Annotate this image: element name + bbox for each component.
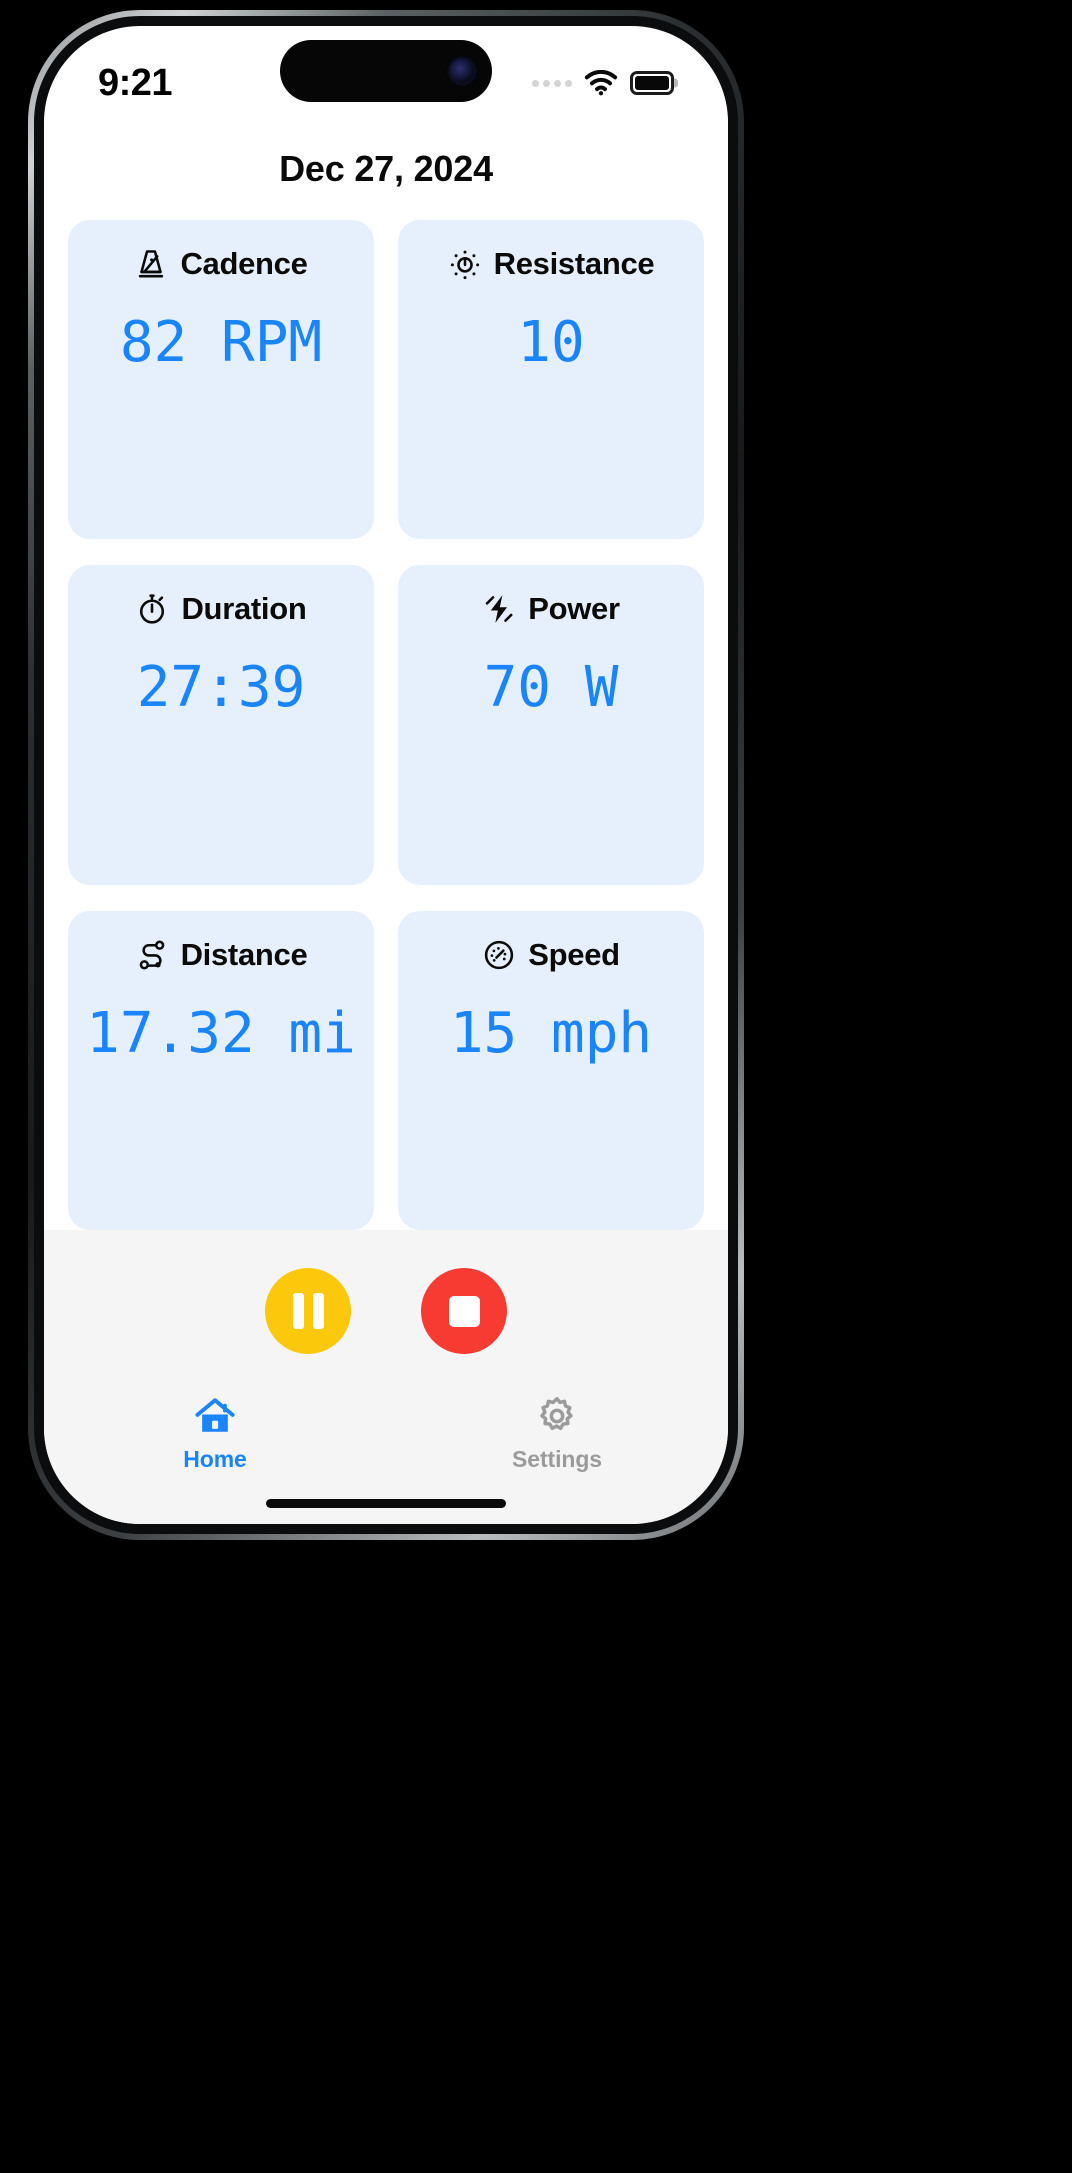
tab-settings[interactable]: Settings	[386, 1394, 728, 1473]
metric-card-power[interactable]: Power 70 W	[398, 565, 704, 885]
metric-value: 27:39	[136, 655, 306, 721]
home-icon	[193, 1394, 237, 1438]
screenshot-root: 9:21 Dec 27, 2024 Cadence 82 RPM Resista…	[0, 0, 1072, 2173]
metric-card-speed[interactable]: Speed 15 mph	[398, 910, 704, 1230]
home-indicator[interactable]	[44, 1493, 728, 1524]
metric-card-distance[interactable]: Distance 17.32 mi	[68, 910, 374, 1230]
metric-card-duration[interactable]: Duration 27:39	[68, 565, 374, 885]
tab-home[interactable]: Home	[44, 1394, 386, 1473]
metric-label: Resistance	[493, 246, 655, 281]
tab-bar: Home Settings	[44, 1380, 728, 1493]
phone-frame: 9:21 Dec 27, 2024 Cadence 82 RPM Resista…	[28, 10, 744, 1540]
route-path-icon	[135, 938, 169, 972]
stop-icon	[448, 1295, 480, 1327]
status-bar: 9:21	[44, 26, 728, 122]
metric-value: 15 mph	[449, 1000, 653, 1066]
metric-label: Power	[528, 591, 620, 627]
phone-bezel: 9:21 Dec 27, 2024 Cadence 82 RPM Resista…	[34, 16, 738, 1534]
pause-button[interactable]	[265, 1268, 351, 1354]
stop-button[interactable]	[421, 1268, 507, 1354]
brightness-dial-icon	[448, 247, 482, 281]
metric-value: 10	[517, 310, 585, 375]
metric-card-cadence[interactable]: Cadence 82 RPM	[68, 220, 374, 540]
metric-label: Speed	[528, 936, 620, 972]
metric-card-header: Cadence	[86, 246, 356, 282]
stopwatch-icon	[135, 592, 169, 626]
metric-value: 17.32 mi	[86, 1000, 356, 1066]
metric-value: 82 RPM	[119, 310, 323, 375]
cellular-dots-icon	[532, 79, 572, 87]
speedometer-icon	[482, 938, 516, 972]
tab-label: Home	[183, 1446, 247, 1472]
status-bar-indicators	[532, 69, 674, 96]
lightning-bolt-icon	[482, 592, 516, 626]
pause-icon	[292, 1293, 324, 1329]
gear-icon	[535, 1394, 579, 1438]
metric-card-header: Duration	[86, 591, 356, 627]
metric-label: Distance	[180, 936, 308, 972]
metric-card-header: Distance	[86, 937, 356, 973]
metric-card-resistance[interactable]: Resistance 10	[398, 220, 704, 540]
battery-full-icon	[630, 71, 674, 95]
metrics-grid: Cadence 82 RPM Resistance 10 Duration 27…	[44, 220, 728, 1230]
metric-card-header: Speed	[416, 937, 686, 973]
tab-label: Settings	[512, 1446, 602, 1472]
page-title: Dec 27, 2024	[279, 148, 493, 189]
metric-card-header: Resistance	[416, 246, 686, 282]
wifi-icon	[584, 69, 618, 96]
metric-card-header: Power	[416, 591, 686, 627]
front-camera-icon	[450, 59, 474, 83]
metric-label: Duration	[181, 591, 307, 627]
phone-screen: 9:21 Dec 27, 2024 Cadence 82 RPM Resista…	[44, 26, 728, 1524]
status-bar-time: 9:21	[98, 61, 173, 104]
metric-label: Cadence	[180, 246, 308, 281]
workout-controls	[44, 1230, 728, 1380]
metric-value: 70 W	[483, 655, 619, 721]
metronome-icon	[134, 247, 168, 281]
dynamic-island	[280, 40, 492, 102]
